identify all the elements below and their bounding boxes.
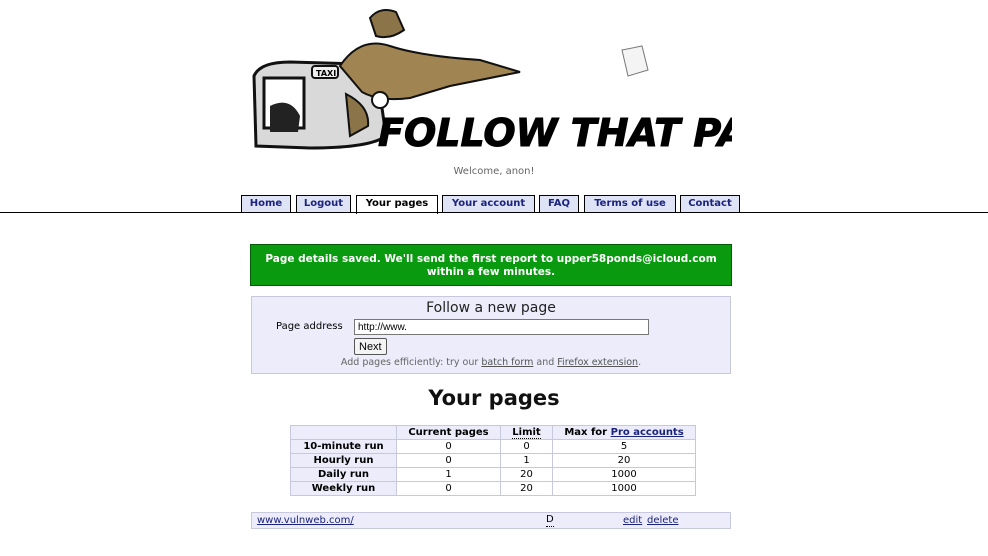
- your-pages-heading: Your pages: [428, 386, 560, 410]
- row-label: Daily run: [290, 467, 397, 482]
- follow-new-page-panel: Follow a new page Page address Next Add …: [251, 296, 731, 374]
- page-address-label: Page address: [276, 321, 343, 332]
- row-label: 10-minute run: [290, 439, 397, 454]
- cell-max: 5: [552, 439, 696, 454]
- tab-faq[interactable]: FAQ: [539, 195, 579, 212]
- table-row: Hourly run 0 1 20: [290, 453, 696, 468]
- firefox-extension-link[interactable]: Firefox extension: [557, 357, 638, 368]
- tab-logout[interactable]: Logout: [296, 195, 351, 212]
- notice-line-1: Page details saved. We'll send the first…: [265, 253, 717, 265]
- table-header-empty: [290, 425, 397, 440]
- cell-max: 1000: [552, 481, 696, 496]
- page-frequency: D: [546, 514, 554, 527]
- row-label: Hourly run: [290, 453, 397, 468]
- cell-max: 1000: [552, 467, 696, 482]
- next-button[interactable]: Next: [354, 338, 387, 355]
- edit-page-link[interactable]: edit: [623, 513, 642, 528]
- cell-max: 20: [552, 453, 696, 468]
- followed-page-row: www.vulnweb.com/ D edit delete: [251, 512, 731, 529]
- success-notice: Page details saved. We'll send the first…: [250, 244, 732, 286]
- welcome-message: Welcome, anon!: [453, 166, 535, 177]
- table-row: Daily run 1 20 1000: [290, 467, 696, 482]
- cell-current: 0: [396, 453, 501, 468]
- pro-accounts-link[interactable]: Pro accounts: [611, 427, 684, 438]
- delete-page-link[interactable]: delete: [647, 513, 679, 528]
- tab-contact[interactable]: Contact: [680, 195, 740, 212]
- tab-terms-of-use[interactable]: Terms of use: [584, 195, 676, 212]
- hint-suffix: .: [638, 357, 642, 368]
- tab-home[interactable]: Home: [241, 195, 291, 212]
- tab-your-account[interactable]: Your account: [442, 195, 535, 212]
- header-limit: Limit: [500, 425, 553, 440]
- header-max-pro: Max for Pro accounts: [552, 425, 696, 440]
- cell-limit: 20: [500, 467, 553, 482]
- cell-limit: 1: [500, 453, 553, 468]
- follow-that-page-logo: TAXI FOLLOW THAT PAGE!: [252, 9, 732, 154]
- svg-text:TAXI: TAXI: [316, 69, 336, 78]
- batch-form-link[interactable]: batch form: [481, 357, 533, 368]
- cell-limit: 0: [500, 439, 553, 454]
- limit-abbr: Limit: [512, 427, 541, 439]
- follow-panel-title: Follow a new page: [426, 300, 556, 316]
- cell-limit: 20: [500, 481, 553, 496]
- page-address-input[interactable]: [354, 319, 649, 335]
- hint-and: and: [536, 357, 555, 368]
- cell-current: 0: [396, 481, 501, 496]
- header-current-pages: Current pages: [396, 425, 501, 440]
- svg-text:FOLLOW THAT PAGE!: FOLLOW THAT PAGE!: [378, 111, 732, 154]
- max-for-label: Max for: [564, 427, 608, 438]
- table-header-row: Current pages Limit Max for Pro accounts: [290, 425, 696, 440]
- cell-current: 1: [396, 467, 501, 482]
- page-url-link[interactable]: www.vulnweb.com/: [257, 513, 354, 528]
- page-limits-table: Current pages Limit Max for Pro accounts…: [290, 425, 696, 496]
- table-row: 10-minute run 0 0 5: [290, 439, 696, 454]
- add-pages-hint: Add pages efficiently: try our batch for…: [252, 357, 730, 368]
- hint-prefix: Add pages efficiently: try our: [340, 357, 479, 368]
- table-row: Weekly run 0 20 1000: [290, 481, 696, 496]
- notice-line-2: within a few minutes.: [426, 266, 556, 278]
- cell-current: 0: [396, 439, 501, 454]
- row-label: Weekly run: [290, 481, 397, 496]
- tab-bar-divider: [0, 212, 988, 213]
